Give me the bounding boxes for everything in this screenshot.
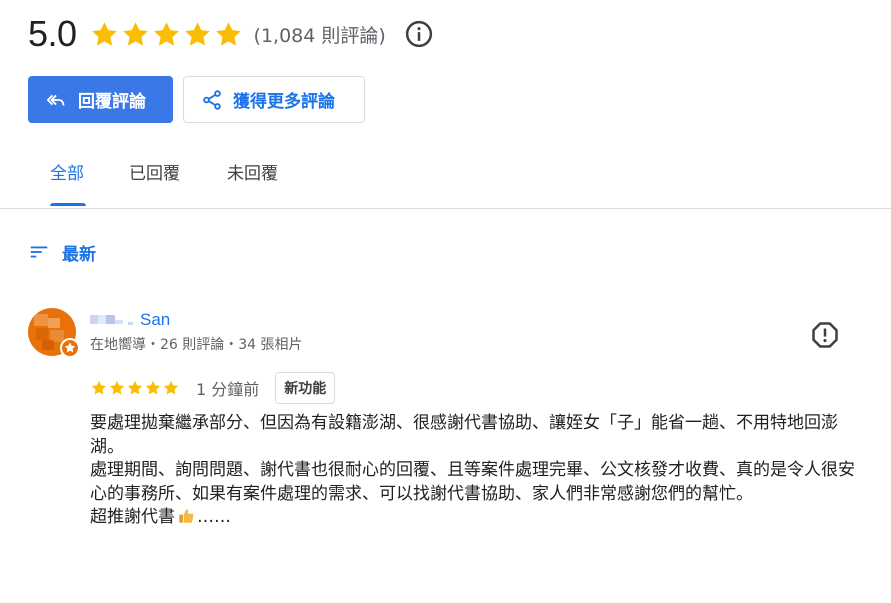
reviewer-name-row: San [90,310,170,330]
rating-score: 5.0 [28,13,77,54]
rating-summary: 5.0 (1,084 則評論) [28,10,434,58]
avatar[interactable] [28,308,80,358]
review-count: (1,084 則評論) [253,24,386,47]
review-last-line: 超推謝代書 …… [90,506,870,530]
review-filter-tabs: 全部 已回覆 未回覆 [0,150,891,209]
thumbs-up-icon [179,509,194,523]
share-icon [203,89,221,110]
local-guide-badge-icon [60,338,80,358]
review-time: 1 分鐘前 [196,380,260,399]
sort-icon [30,246,48,258]
rating-stars [89,19,244,50]
tab-all-label: 全部 [50,164,84,184]
reply-icon [46,94,65,105]
review-rating-row: 1 分鐘前 新功能 [90,372,336,404]
star-icon [163,380,179,395]
review-last-line-start: 超推謝代書 [90,507,175,527]
new-feature-badge: 新功能 [275,372,336,404]
tab-unreplied[interactable]: 未回覆 [227,150,283,206]
star-icon [109,380,125,395]
star-icon [145,380,161,395]
review-paragraph: 要處理拋棄繼承部分、但因為有設籍澎湖、很感謝代書協助、讓姪女「子」能省一趟、不用… [90,413,838,457]
star-icon [127,380,143,395]
tab-all[interactable]: 全部 [50,150,86,206]
star-icon [153,21,179,46]
get-more-reviews-label: 獲得更多評論 [233,92,335,112]
tab-unreplied-label: 未回覆 [227,164,278,184]
tab-replied-label: 已回覆 [129,164,180,184]
reply-review-button[interactable]: 回覆評論 [28,76,173,123]
reviewer-meta: 在地嚮導・26 則評論・34 張相片 [90,337,303,353]
star-icon [215,21,241,46]
reviewer-name[interactable]: San [140,310,170,330]
reply-review-label: 回覆評論 [78,92,146,112]
info-icon[interactable] [404,19,434,49]
review-truncation[interactable]: …… [197,507,231,527]
sort-button[interactable]: 最新 [28,236,96,268]
sort-label: 最新 [62,244,96,265]
blurred-name-image [90,315,133,325]
review-paragraph: 處理期間、詢問問題、謝代書也很耐心的回覆、且等案件處理完畢、公文核發才收費、真的… [90,460,855,504]
star-icon [91,380,107,395]
star-icon [184,21,210,46]
tab-replied[interactable]: 已回覆 [129,150,185,206]
get-more-reviews-button[interactable]: 獲得更多評論 [183,76,365,123]
report-icon[interactable] [810,320,840,350]
review-text: 要處理拋棄繼承部分、但因為有設籍澎湖、很感謝代書協助、讓姪女「子」能省一趟、不用… [90,412,870,530]
star-icon [122,21,148,46]
star-icon [91,21,117,46]
reviews-page: 5.0 (1,084 則評論) 回覆評論 獲得更多評論 全部 已回覆 未回覆 最… [0,0,891,603]
